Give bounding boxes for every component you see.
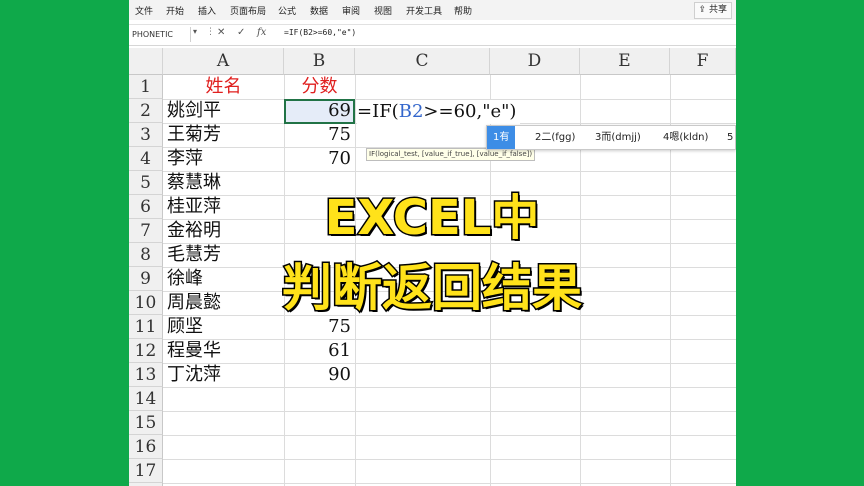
menu-insert[interactable]: 插入 [198,4,216,17]
menu-bar: 文件 开始 插入 页面布局 公式 数据 审阅 视图 开发工具 帮助 ⇪ 共享 [129,0,736,20]
formula-bar: PHONETIC ▾ ⋮ ✕ ✓ fx =IF(B2>=60,"e") [129,24,736,46]
gridline [163,483,736,484]
table-cell-score[interactable]: 75 [284,123,351,147]
cell-b1-score-header[interactable]: 分数 [284,75,355,99]
gridline [163,459,736,460]
insert-function-button[interactable]: fx [257,27,266,38]
row-header[interactable]: 12 [129,339,163,363]
menu-view[interactable]: 视图 [374,4,392,17]
table-cell-name[interactable]: 丁沈萍 [167,363,221,387]
gridline [163,387,736,388]
column-header-f[interactable]: F [670,48,736,75]
ime-candidate[interactable]: 2二(fgg) [535,126,575,149]
row-header[interactable]: 2 [129,99,163,123]
select-all-corner[interactable] [129,48,163,75]
gridline [163,363,736,364]
formula-prefix: =IF( [357,101,399,122]
table-cell-name[interactable]: 姚剑平 [167,99,221,123]
menu-help[interactable]: 帮助 [454,4,472,17]
gridline [163,411,736,412]
cancel-icon[interactable]: ✕ [217,27,225,38]
ime-candidate[interactable]: 3而(dmjj) [595,126,641,149]
table-cell-score[interactable]: 69 [284,99,351,123]
menu-data[interactable]: 数据 [310,4,328,17]
menu-page-layout[interactable]: 页面布局 [230,4,266,17]
row-header[interactable]: 1 [129,75,163,99]
table-cell-score[interactable]: 61 [284,339,351,363]
menu-formulas[interactable]: 公式 [278,4,296,17]
column-header-b[interactable]: B [284,48,355,75]
row-header[interactable]: 14 [129,387,163,411]
column-header-e[interactable]: E [580,48,670,75]
share-label: 共享 [708,5,727,15]
formula-cell-reference: B2 [398,101,424,122]
share-button[interactable]: ⇪ 共享 [693,2,732,19]
table-cell-name[interactable]: 王菊芳 [167,123,221,147]
row-header[interactable]: 3 [129,123,163,147]
formula-input[interactable]: =IF(B2>=60,"e") [284,28,356,37]
overlay-title-line2: 判断返回结果 [281,258,584,319]
menu-home[interactable]: 开始 [166,4,184,17]
gridline [163,339,736,340]
row-header[interactable]: 13 [129,363,163,387]
menu-file[interactable]: 文件 [135,4,153,17]
enter-icon[interactable]: ✓ [237,27,245,38]
table-cell-name[interactable]: 李萍 [167,147,203,171]
ime-candidate[interactable]: 1有 [487,126,516,149]
overlay-title-line1: EXCEL中 [323,189,541,248]
menu-developer[interactable]: 开发工具 [406,4,442,17]
share-icon: ⇪ [698,5,707,15]
gridline [163,435,736,436]
more-icon: ⋮ [206,27,215,37]
cell-c2-formula-editor[interactable]: =IF(B2>=60,"e") [357,100,521,124]
column-header-d[interactable]: D [490,48,580,75]
ime-candidate[interactable]: 5 [727,126,733,149]
row-header[interactable]: 4 [129,147,163,171]
formula-suffix: >=60,"e") [423,101,517,122]
row-header[interactable]: 16 [129,435,163,459]
row-header[interactable]: 15 [129,411,163,435]
ime-candidate[interactable]: 4嗯(kldn) [663,126,708,149]
table-cell-score[interactable]: 90 [284,363,351,387]
chevron-down-icon[interactable]: ▾ [193,27,197,36]
menu-review[interactable]: 审阅 [342,4,360,17]
row-header[interactable]: 17 [129,459,163,483]
cell-a1-name-header[interactable]: 姓名 [163,75,284,99]
table-cell-score[interactable]: 70 [284,147,351,171]
ime-candidate-window: 1有 2二(fgg) 3而(dmjj) 4嗯(kldn) 5 [486,125,736,150]
column-header-c[interactable]: C [355,48,490,75]
gridline [163,171,736,172]
name-box[interactable]: PHONETIC [129,27,191,42]
column-header-a[interactable]: A [163,48,284,75]
table-cell-name[interactable]: 程曼华 [167,339,221,363]
